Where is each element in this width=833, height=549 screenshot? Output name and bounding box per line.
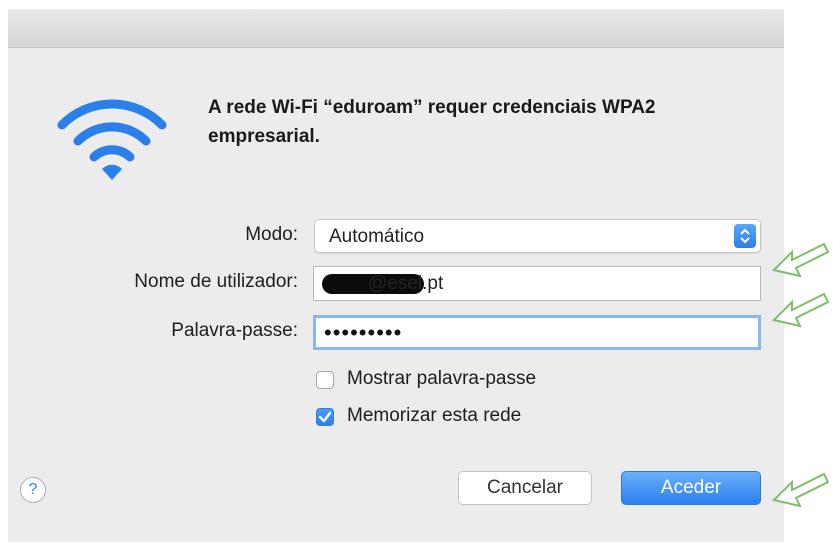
remember-network-label[interactable]: Memorizar esta rede: [347, 405, 521, 427]
username-value: @esel.pt: [368, 273, 444, 294]
mode-popup-value: Automático: [329, 226, 425, 247]
show-password-label[interactable]: Mostrar palavra-passe: [347, 368, 536, 390]
checkmark-icon: [318, 411, 332, 423]
show-password-checkbox[interactable]: [316, 371, 334, 389]
username-label: Nome de utilizador:: [134, 271, 298, 292]
password-label: Palavra-passe:: [171, 320, 298, 341]
annotation-arrow-icon: [772, 292, 830, 328]
help-button[interactable]: ?: [20, 477, 46, 503]
popup-arrows-icon[interactable]: [734, 224, 756, 248]
username-field[interactable]: @esel.pt: [313, 266, 761, 301]
password-field[interactable]: •••••••••: [313, 315, 761, 350]
cancel-button[interactable]: Cancelar: [458, 471, 592, 505]
password-value: •••••••••: [324, 320, 403, 345]
annotation-arrow-icon: [772, 472, 830, 508]
mode-popup[interactable]: Automático: [314, 219, 761, 253]
annotation-arrow-icon: [772, 242, 830, 278]
remember-network-checkbox[interactable]: [316, 408, 334, 426]
window-titlebar[interactable]: [8, 9, 784, 48]
wifi-credentials-dialog: A rede Wi-Fi “eduroam” requer credenciai…: [8, 9, 784, 542]
join-button[interactable]: Aceder: [621, 471, 761, 505]
dialog-message: A rede Wi-Fi “eduroam” requer credenciai…: [208, 97, 656, 147]
wifi-icon: [57, 99, 167, 180]
mode-label: Modo:: [245, 224, 298, 245]
